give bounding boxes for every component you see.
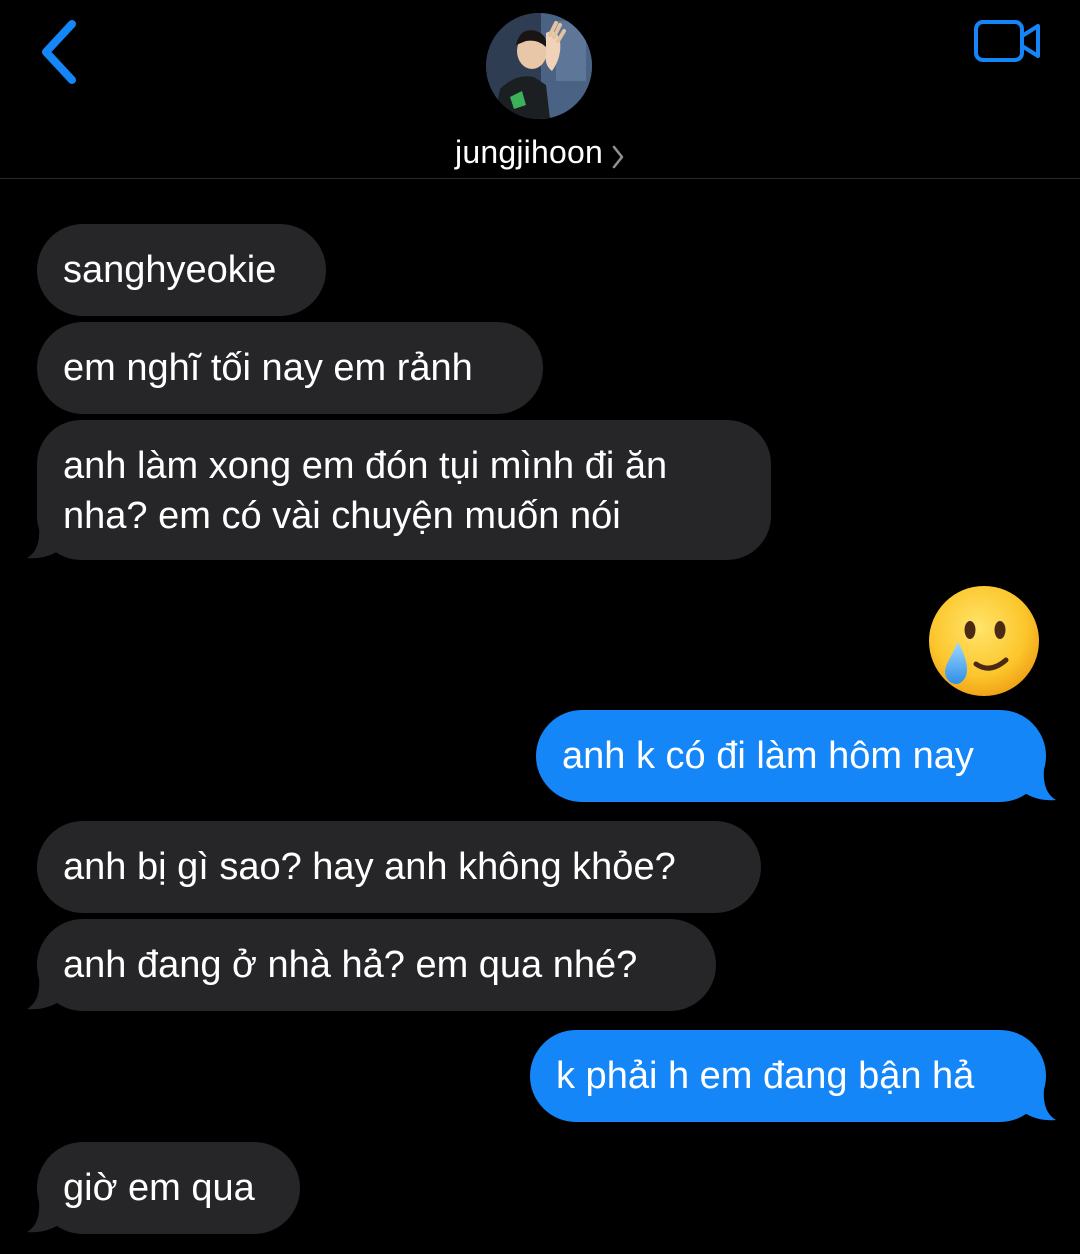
message-text-line: nha? em có vài chuyện muốn nói (63, 495, 621, 537)
message-bubble-incoming[interactable]: anh làm xong em đón tụi mình đi ăn nha? … (37, 420, 771, 560)
video-camera-icon (974, 20, 1040, 62)
message-bubble-incoming[interactable]: em nghĩ tối nay em rảnh (37, 322, 543, 414)
chevron-left-icon (42, 20, 76, 84)
smiling-face-with-tear-icon[interactable] (924, 584, 1042, 700)
back-button[interactable] (30, 14, 90, 86)
bubble-tail-outgoing (1018, 768, 1058, 802)
bubble-tail-outgoing (1018, 1088, 1058, 1122)
bubble-tail-incoming (25, 1200, 65, 1234)
avatar-photo (486, 13, 592, 119)
message-text: k phải h em đang bận hả (556, 1055, 975, 1097)
message-text: sanghyeokie (63, 249, 277, 291)
message-bubble-incoming[interactable]: anh bị gì sao? hay anh không khỏe? (37, 821, 761, 913)
message-text-line: anh làm xong em đón tụi mình đi ăn (63, 445, 668, 487)
facetime-video-button[interactable] (970, 16, 1044, 66)
contact-name-row[interactable]: jungjihoon (0, 130, 1080, 174)
message-text: anh bị gì sao? hay anh không khỏe? (63, 846, 676, 888)
message-bubble-outgoing[interactable]: k phải h em đang bận hả (530, 1030, 1046, 1122)
message-bubble-incoming[interactable]: sanghyeokie (37, 224, 326, 316)
message-text: anh đang ở nhà hả? em qua nhé? (63, 944, 638, 986)
chevron-right-icon (611, 144, 625, 170)
message-text: anh k có đi làm hôm nay (562, 735, 974, 777)
message-text: giờ em qua (63, 1167, 255, 1209)
contact-avatar[interactable] (486, 13, 592, 119)
message-bubble-incoming[interactable]: anh đang ở nhà hả? em qua nhé? (37, 919, 716, 1011)
contact-name: jungjihoon (455, 134, 603, 170)
bubble-tail-incoming (25, 526, 65, 560)
imessage-conversation: jungjihoon sanghyeokie em nghĩ tối nay e… (0, 0, 1080, 1254)
bubble-tail-incoming (25, 977, 65, 1011)
conversation-header: jungjihoon (0, 0, 1080, 179)
message-bubble-incoming[interactable]: giờ em qua (37, 1142, 300, 1234)
message-bubble-outgoing[interactable]: anh k có đi làm hôm nay (536, 710, 1046, 802)
message-text: em nghĩ tối nay em rảnh (63, 347, 473, 389)
